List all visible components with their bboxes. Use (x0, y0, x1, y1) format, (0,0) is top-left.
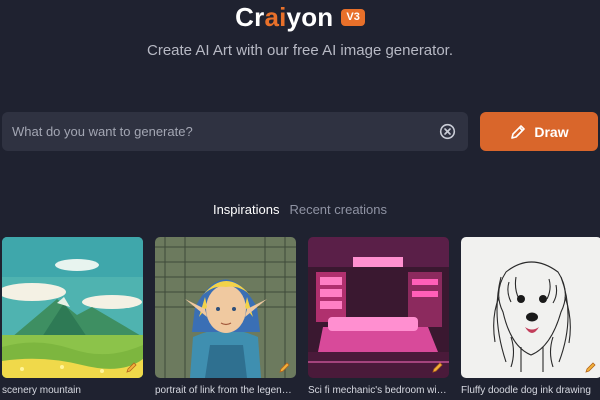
gallery-caption: scenery mountain (2, 385, 81, 396)
gallery-caption: Fluffy doodle dog ink drawing (461, 385, 591, 396)
gallery-card[interactable]: scenery mountain (2, 237, 143, 396)
gallery-tabs: Inspirations Recent creations (0, 202, 600, 217)
brand-logo[interactable]: Craiyon V3 (0, 2, 600, 33)
gallery-card[interactable]: Fluffy doodle dog ink drawing (461, 237, 600, 396)
gallery-caption: Sci fi mechanic's bedroom with neon ligh… (308, 385, 449, 396)
close-circle-icon[interactable] (439, 123, 456, 140)
gallery-image[interactable] (2, 237, 143, 378)
pencil-icon (509, 123, 527, 141)
gallery-image[interactable] (155, 237, 296, 378)
prompt-input[interactable] (12, 124, 439, 139)
tab-recent-creations[interactable]: Recent creations (289, 202, 387, 217)
edit-pencil-icon[interactable] (584, 360, 598, 374)
edit-pencil-icon[interactable] (125, 360, 139, 374)
edit-pencil-icon[interactable] (278, 360, 292, 374)
gallery-caption: portrait of link from the legend of zeld… (155, 385, 296, 396)
inspiration-gallery: scenery mountain portrait of link from t… (2, 237, 600, 396)
draw-button[interactable]: Draw (480, 112, 598, 151)
search-box[interactable] (2, 112, 468, 151)
draw-button-label: Draw (534, 123, 569, 140)
tab-inspirations[interactable]: Inspirations (213, 202, 279, 217)
gallery-card[interactable]: Sci fi mechanic's bedroom with neon ligh… (308, 237, 449, 396)
gallery-image[interactable] (461, 237, 600, 378)
edit-pencil-icon[interactable] (431, 360, 445, 374)
gallery-image[interactable] (308, 237, 449, 378)
brand-name: Craiyon (235, 2, 334, 32)
tagline: Create AI Art with our free AI image gen… (147, 42, 453, 59)
version-badge: V3 (341, 9, 365, 26)
gallery-card[interactable]: portrait of link from the legend of zeld… (155, 237, 296, 396)
